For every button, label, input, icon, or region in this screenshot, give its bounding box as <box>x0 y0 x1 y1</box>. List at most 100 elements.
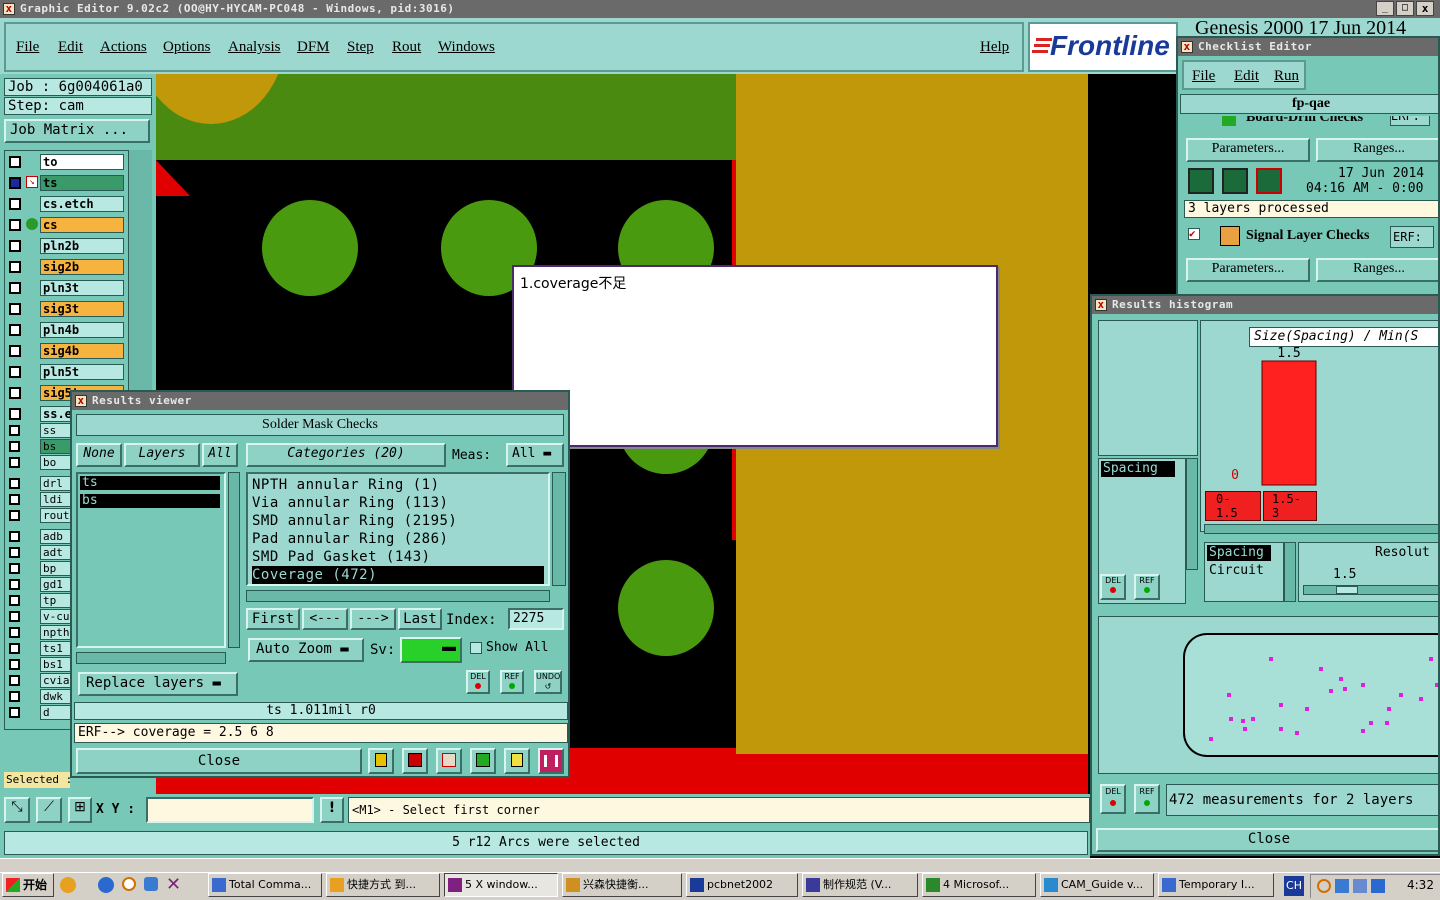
layer-name[interactable]: cs.etch <box>40 196 124 212</box>
layer-results-list[interactable]: ts bs <box>76 472 226 648</box>
taskbar-item[interactable]: Total Comma... <box>208 873 322 897</box>
erf-dropdown-1[interactable]: ERF: <box>1390 116 1430 126</box>
exit-icon[interactable] <box>402 748 428 774</box>
layer-checkbox[interactable] <box>9 707 20 718</box>
layer-row[interactable]: pln4b <box>6 322 124 338</box>
taskbar-item[interactable]: 快捷方式 到... <box>326 873 440 897</box>
layer-row[interactable]: cs <box>6 217 124 233</box>
check2-checkbox[interactable]: ✔ <box>1188 228 1200 240</box>
layer-checkbox[interactable] <box>9 510 20 521</box>
bin-label-1[interactable]: 1.5- 3 <box>1263 491 1317 521</box>
layer-name[interactable]: bo <box>40 455 72 470</box>
histogram-bar[interactable] <box>1261 360 1317 486</box>
tray-icon[interactable] <box>1371 879 1385 893</box>
layer-row[interactable]: dwk <box>6 689 72 704</box>
layer-row[interactable]: bs <box>6 439 72 454</box>
layer-name[interactable]: v-cu <box>40 609 72 624</box>
start-button[interactable]: 开始 <box>2 873 54 897</box>
layer-row[interactable]: adt <box>6 545 72 560</box>
layer-checkbox[interactable] <box>9 198 21 210</box>
layer-row[interactable]: npth <box>6 625 72 640</box>
layer-row[interactable]: d <box>6 705 72 720</box>
checklist-menu-file[interactable]: File <box>1192 68 1215 85</box>
layer-checkbox[interactable] <box>9 387 21 399</box>
layer-row[interactable]: ts1 <box>6 641 72 656</box>
layer-row[interactable]: tp <box>6 593 72 608</box>
layer-name[interactable]: sig4b <box>40 343 124 359</box>
layer-name[interactable]: rout <box>40 508 72 523</box>
del-button[interactable]: DEL <box>1100 574 1126 600</box>
category-item[interactable]: SMD annular Ring (2195) <box>252 512 544 530</box>
clock-app-icon[interactable] <box>122 877 136 891</box>
layer-checkbox[interactable] <box>9 547 20 558</box>
tray-icon[interactable] <box>1335 879 1349 893</box>
close-window-button[interactable]: x <box>1416 1 1434 16</box>
taskbar-item[interactable]: 5 X window... <box>444 873 558 897</box>
list-item[interactable]: ts <box>80 476 220 490</box>
undo-button[interactable]: UNDO ↺ <box>534 670 562 694</box>
show-all-checkbox[interactable] <box>470 642 482 654</box>
layer-checkbox[interactable] <box>9 457 20 468</box>
layer-row[interactable]: v-cu <box>6 609 72 624</box>
layer-name[interactable]: pln4b <box>40 322 124 338</box>
erf-dropdown-2[interactable]: ERF: <box>1390 226 1434 248</box>
layer-name[interactable]: ss <box>40 423 72 438</box>
layer-checkbox[interactable] <box>9 627 20 638</box>
categories-button[interactable]: Categories (20) <box>246 443 446 467</box>
layer-name[interactable]: adt <box>40 545 72 560</box>
taskbar-item[interactable]: 兴森快捷衡... <box>562 873 682 897</box>
layer-list-hscroll[interactable] <box>76 652 226 664</box>
layer-checkbox[interactable] <box>9 675 20 686</box>
layer-checkbox[interactable] <box>9 643 20 654</box>
layer-row[interactable]: pln3t <box>6 280 124 296</box>
layer-row[interactable]: bs1 <box>6 657 72 672</box>
layer-row[interactable]: sig2b <box>6 259 124 275</box>
x-app-icon[interactable]: ✕ <box>166 874 181 895</box>
taskbar-item[interactable]: 制作规范 (V... <box>802 873 918 897</box>
chart-hscroll[interactable] <box>1204 524 1438 534</box>
del-button[interactable]: DEL <box>1100 784 1126 814</box>
run-icon[interactable] <box>1222 168 1248 194</box>
layer-name[interactable]: gd1 <box>40 577 72 592</box>
menu-windows[interactable]: Windows <box>438 39 495 56</box>
slider-handle[interactable] <box>1336 586 1358 594</box>
parameters-button-1[interactable]: Parameters... <box>1186 138 1310 162</box>
layer-row[interactable]: bo <box>6 455 72 470</box>
categories-vscroll[interactable] <box>552 472 566 586</box>
ranges-button-2[interactable]: Ranges... <box>1316 258 1438 282</box>
layer-checkbox[interactable] <box>9 156 21 168</box>
layer-checkbox[interactable] <box>9 659 20 670</box>
stats-icon[interactable] <box>368 748 394 774</box>
category-item[interactable]: Pad annular Ring (286) <box>252 530 544 548</box>
layer-list-vscroll[interactable] <box>228 472 240 648</box>
taskbar-item[interactable]: CAM_Guide v... <box>1040 873 1154 897</box>
bin-label-0[interactable]: 0- 1.5 <box>1205 491 1261 521</box>
index-input[interactable]: 2275 <box>508 608 564 630</box>
layer-name[interactable]: adb <box>40 529 72 544</box>
layer-row[interactable]: sig4b <box>6 343 124 359</box>
network-icon[interactable] <box>1353 879 1367 893</box>
menu-file[interactable]: File <box>16 39 39 56</box>
auto-zoom-dropdown[interactable]: Auto Zoom ▬ <box>248 638 364 662</box>
layer-name[interactable]: ts1 <box>40 641 72 656</box>
layer-checkbox[interactable] <box>9 324 21 336</box>
layer-checkbox[interactable] <box>9 366 21 378</box>
lower-list-vscroll[interactable] <box>1284 542 1296 602</box>
layer-name[interactable]: npth <box>40 625 72 640</box>
edit-layer-icon[interactable]: ↘ <box>26 176 38 188</box>
layers-button[interactable]: Layers <box>124 443 200 467</box>
layer-name[interactable]: pln5t <box>40 364 124 380</box>
layer-row[interactable]: ss <box>6 423 72 438</box>
menu-rout[interactable]: Rout <box>392 39 421 56</box>
layer-checkbox[interactable] <box>9 240 21 252</box>
menu-analysis[interactable]: Analysis <box>228 39 281 56</box>
menu-options[interactable]: Options <box>163 39 211 56</box>
histogram-close-button[interactable]: Close <box>1096 828 1438 852</box>
layer-row[interactable]: drl <box>6 476 72 491</box>
taskbar-item[interactable]: pcbnet2002 <box>686 873 798 897</box>
layer-row[interactable]: cs.etch <box>6 196 124 212</box>
category-item[interactable]: Via annular Ring (113) <box>252 494 544 512</box>
layer-row[interactable]: pln2b <box>6 238 124 254</box>
menu-actions[interactable]: Actions <box>100 39 147 56</box>
layer-name[interactable]: drl <box>40 476 72 491</box>
